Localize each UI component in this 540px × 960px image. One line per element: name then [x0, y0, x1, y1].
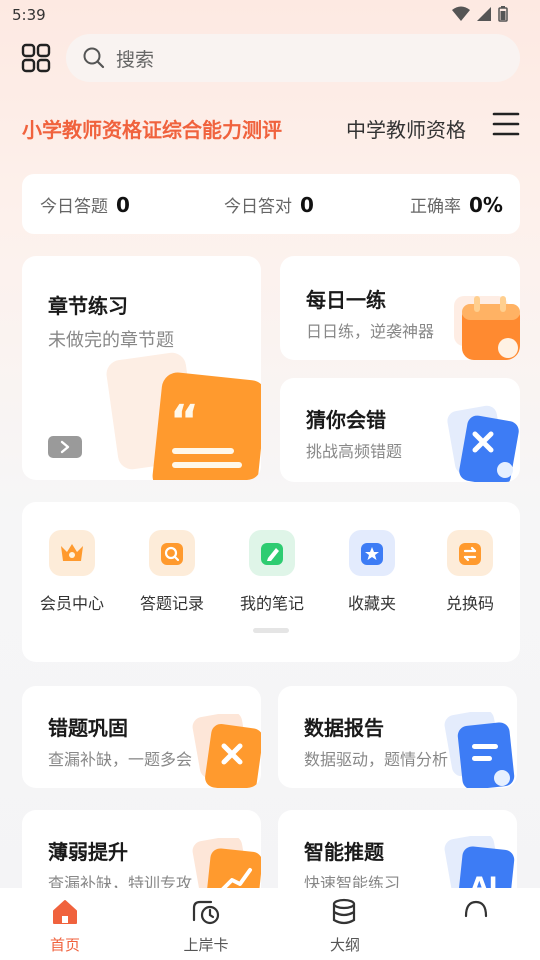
- card-title: 数据报告: [304, 716, 384, 740]
- svg-text:“: “: [170, 396, 199, 447]
- subject-tabs: 小学教师资格证综合能力测评 中学教师资格: [22, 110, 482, 144]
- search-icon: [83, 47, 105, 69]
- quick-item-favorites[interactable]: 收藏夹: [327, 530, 417, 614]
- card-title: 每日一练: [306, 288, 386, 312]
- quick-label: 兑换码: [445, 594, 494, 613]
- tab-landing-card[interactable]: 上岸卡: [166, 898, 246, 955]
- search-record-icon: [161, 543, 183, 565]
- card-title: 章节练习: [48, 294, 128, 318]
- chevron-right-icon: [60, 440, 70, 454]
- wrong-doc-icon: [447, 405, 519, 482]
- star-icon: [361, 543, 383, 565]
- bottom-tab-bar: 首页 上岸卡 大纲: [0, 888, 540, 960]
- stat-value: 0: [116, 193, 130, 217]
- chapter-practice-card[interactable]: 章节练习 未做完的章节题 “: [22, 256, 261, 480]
- card-title: 智能推题: [304, 840, 384, 864]
- stats-card: 今日答题 0 今日答对 0 正确率 0%: [22, 174, 520, 234]
- feature-card-report[interactable]: 数据报告 数据驱动，题情分析: [278, 686, 517, 788]
- feature-card-mistakes[interactable]: 错题巩固 查漏补缺，一题多会: [22, 686, 261, 788]
- quick-actions-card: 会员中心 答题记录 我的笔记 收藏夹 兑换码: [22, 502, 520, 662]
- page-indicator: [253, 628, 289, 633]
- quick-label: 答题记录: [139, 594, 204, 613]
- signal-icon: [477, 7, 491, 21]
- quick-item-record[interactable]: 答题记录: [127, 530, 217, 614]
- tab-home[interactable]: 首页: [25, 898, 105, 955]
- card-subtitle: 查漏补缺，一题多会: [48, 750, 193, 769]
- quick-item-vip[interactable]: 会员中心: [27, 530, 117, 614]
- stat-accuracy: 正确率 0%: [410, 192, 503, 217]
- outline-icon: [332, 898, 356, 925]
- calendar-icon: [454, 296, 520, 360]
- quick-label: 收藏夹: [347, 594, 396, 613]
- stat-value: 0: [300, 193, 314, 217]
- stat-answered: 今日答题 0: [40, 192, 130, 217]
- grid-icon: [21, 43, 51, 73]
- search-input[interactable]: 搜索: [66, 34, 520, 82]
- card-subtitle: 挑战高频错题: [306, 442, 403, 461]
- tab-label: 首页: [49, 936, 80, 954]
- guess-wrong-card[interactable]: 猜你会错 挑战高频错题: [280, 378, 520, 482]
- card-title: 错题巩固: [48, 716, 128, 740]
- stat-value: 0%: [469, 193, 503, 217]
- battery-icon: [498, 6, 508, 22]
- daily-practice-card[interactable]: 每日一练 日日练，逆袭神器: [280, 256, 520, 360]
- card-subtitle: 数据驱动，题情分析: [304, 750, 449, 769]
- profile-icon: [464, 900, 488, 918]
- status-bar: 5:39: [0, 0, 540, 30]
- card-subtitle: 日日练，逆袭神器: [306, 322, 435, 341]
- stat-label: 正确率: [410, 197, 461, 217]
- quick-item-notes[interactable]: 我的笔记: [227, 530, 317, 614]
- status-time: 5:39: [12, 6, 46, 24]
- menu-button[interactable]: [492, 110, 520, 138]
- search-placeholder: 搜索: [116, 48, 155, 71]
- home-icon: [53, 900, 77, 924]
- apps-grid-button[interactable]: [20, 42, 52, 74]
- tab-profile[interactable]: [436, 898, 516, 934]
- hamburger-icon: [492, 112, 520, 136]
- quick-label: 会员中心: [39, 594, 104, 613]
- landing-card-icon: [192, 900, 220, 925]
- card-title: 猜你会错: [306, 408, 386, 432]
- tab-label: 上岸卡: [183, 936, 229, 954]
- quote-doc-icon: “: [106, 352, 261, 480]
- note-edit-icon: [261, 543, 283, 565]
- subject-tab[interactable]: 中学教师资格: [346, 114, 466, 143]
- subject-tab-active[interactable]: 小学教师资格证综合能力测评: [22, 114, 282, 143]
- crown-icon: [61, 544, 83, 561]
- quick-item-redeem[interactable]: 兑换码: [425, 530, 515, 614]
- stat-correct: 今日答对 0: [224, 192, 314, 217]
- wrong-doc-icon: [192, 714, 261, 788]
- exchange-icon: [459, 543, 481, 565]
- stat-label: 今日答题: [40, 197, 108, 217]
- card-title: 薄弱提升: [48, 840, 128, 864]
- tab-label: 大纲: [329, 936, 360, 954]
- quick-label: 我的笔记: [239, 594, 304, 613]
- chapter-arrow-button[interactable]: [48, 436, 82, 458]
- report-doc-icon: [444, 712, 515, 788]
- stat-label: 今日答对: [224, 197, 292, 217]
- wifi-icon: [452, 6, 470, 21]
- tab-outline[interactable]: 大纲: [305, 898, 385, 955]
